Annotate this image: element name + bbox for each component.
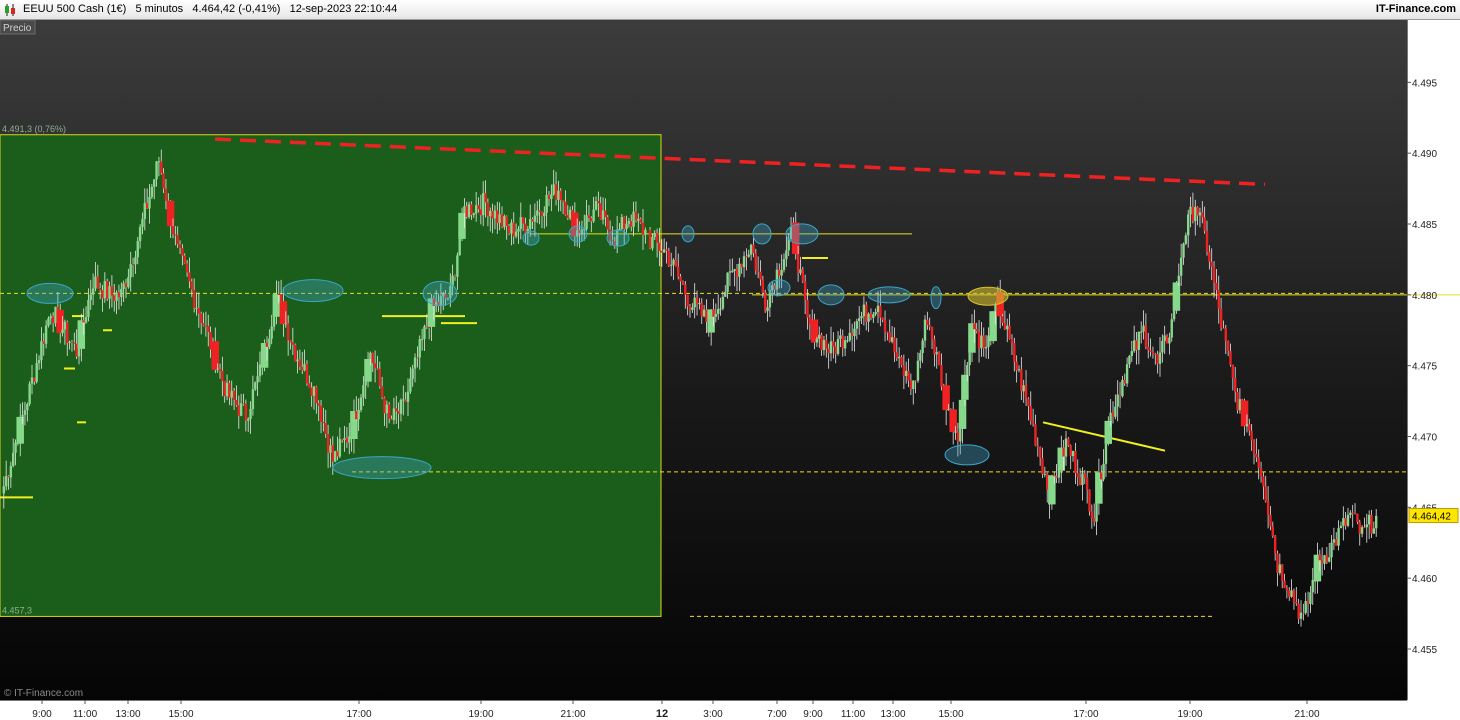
touch-ellipse <box>767 279 791 297</box>
touch-ellipse <box>568 225 588 243</box>
candle <box>305 360 309 386</box>
candle <box>764 289 767 313</box>
time-tick-label: 13:00 <box>880 709 905 720</box>
indicator-label: Precio <box>3 23 32 34</box>
time-tick-label: 17:00 <box>1073 709 1098 720</box>
time-tick-label: 13:00 <box>115 709 140 720</box>
time-tick-label: 15:00 <box>168 709 193 720</box>
time-tick-label: 19:00 <box>468 709 493 720</box>
candle <box>648 226 652 250</box>
session-low-label: 4.457,3 <box>2 605 32 615</box>
last-price-tag: 4.464,42 <box>1408 508 1459 524</box>
touch-ellipse <box>944 444 990 466</box>
price-tick-label: 4.495 <box>1412 78 1437 89</box>
candle <box>28 381 31 407</box>
candle <box>937 351 941 366</box>
touch-ellipse <box>26 282 74 304</box>
price-tick-label: 4.490 <box>1412 149 1437 160</box>
time-tick-label: 15:00 <box>938 709 963 720</box>
touch-ellipse <box>817 284 845 306</box>
candle <box>106 278 109 301</box>
time-tick-label: 3:00 <box>703 709 723 720</box>
touch-ellipse <box>930 286 942 310</box>
time-tick-label: 19:00 <box>1177 709 1202 720</box>
candle <box>294 343 297 362</box>
price-axis-panel <box>1407 20 1460 700</box>
candle <box>467 201 471 219</box>
touch-ellipse <box>522 230 540 246</box>
price-tick-label: 4.455 <box>1412 645 1437 656</box>
touch-ellipse <box>752 223 772 245</box>
chart-window: { "header": { "title": "EEUU 500 Cash (1… <box>0 0 1460 720</box>
time-tick-label: 21:00 <box>1294 709 1319 720</box>
time-tick-label: 11:00 <box>73 709 98 720</box>
watermark: © IT-Finance.com <box>4 688 83 699</box>
touch-ellipse <box>606 229 630 247</box>
price-tick-label: 4.460 <box>1412 574 1437 585</box>
price-tick-label: 4.470 <box>1412 433 1437 444</box>
candlestick-icon <box>5 4 15 16</box>
time-tick-label: 17:00 <box>346 709 371 720</box>
touch-ellipse <box>282 279 344 303</box>
touch-ellipse <box>785 223 819 245</box>
chart-title: EEUU 500 Cash (1€) 5 minutos 4.464,42 (-… <box>23 3 398 15</box>
touch-ellipse <box>332 456 432 480</box>
price-tick-label: 4.480 <box>1412 291 1437 302</box>
touch-ellipse <box>422 280 458 306</box>
touch-ellipse-highlight <box>967 286 1009 306</box>
time-tick-label: 7:00 <box>767 709 787 720</box>
time-tick-label: 11:00 <box>841 709 866 720</box>
candle <box>333 450 337 463</box>
brand-label: IT-Finance.com <box>1375 3 1456 15</box>
indicator-tag: Precio <box>0 20 36 35</box>
session-high-label: 4.491,3 (0,76%) <box>2 124 66 134</box>
touch-ellipse <box>681 225 695 243</box>
time-tick-label: 9:00 <box>803 709 823 720</box>
price-tick-label: 4.485 <box>1412 220 1437 231</box>
time-tick-label: 12 <box>656 708 668 720</box>
last-price-label: 4.464,42 <box>1412 512 1451 523</box>
time-axis-panel <box>0 700 1460 720</box>
candle <box>1165 334 1169 344</box>
time-tick-label: 21:00 <box>560 709 585 720</box>
touch-ellipse <box>867 286 911 304</box>
window-title-bar: EEUU 500 Cash (1€) 5 minutos 4.464,42 (-… <box>0 0 1460 20</box>
time-tick-label: 9:00 <box>32 709 52 720</box>
candle <box>1067 437 1070 448</box>
price-tick-label: 4.475 <box>1412 362 1437 373</box>
session-range-box <box>0 134 662 617</box>
price-chart: 4.4554.4604.4654.4704.4754.4804.4854.490… <box>0 20 1460 720</box>
